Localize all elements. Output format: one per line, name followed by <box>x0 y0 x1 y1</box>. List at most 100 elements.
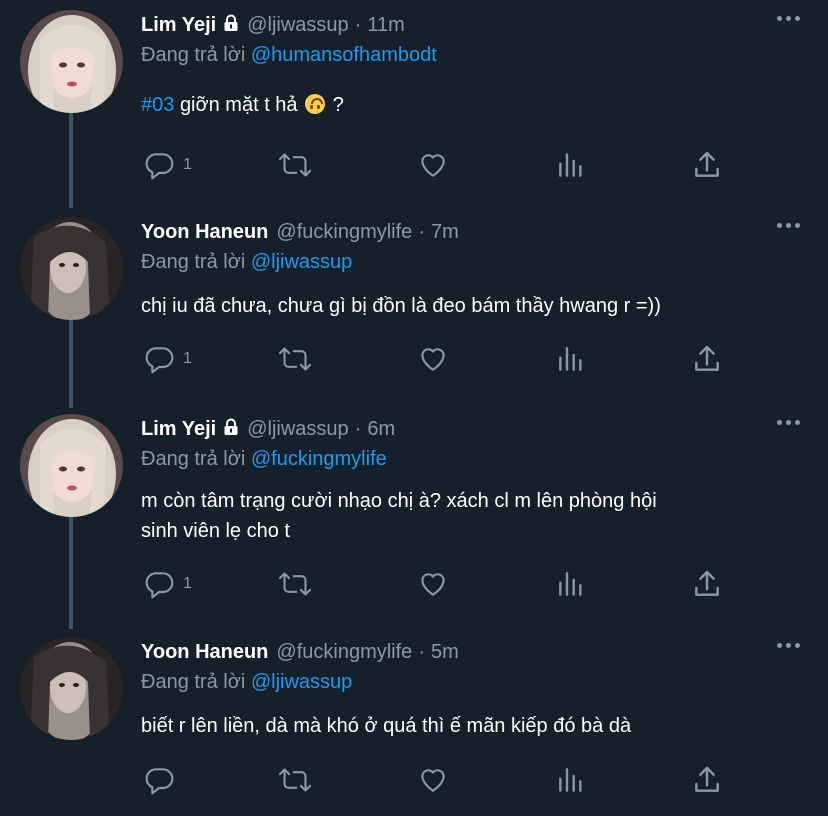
tweet-text: biết r lên liền, dà mà khó ở quá thì ế m… <box>141 715 632 737</box>
like-button[interactable] <box>417 341 449 377</box>
tweet-actions: 1 <box>141 147 721 183</box>
like-icon <box>417 343 449 375</box>
display-name[interactable]: Yoon Haneun <box>141 641 268 664</box>
analytics-button[interactable] <box>555 762 587 798</box>
like-icon <box>417 149 449 181</box>
share-icon <box>691 764 723 796</box>
retweet-icon <box>278 343 312 375</box>
display-name[interactable]: Lim Yeji <box>141 418 216 441</box>
replying-label: Đang trả lời <box>141 251 246 273</box>
replying-to: Đang trả lời @humansofhambodt <box>141 44 437 67</box>
avatar[interactable] <box>20 414 123 517</box>
lock-icon <box>221 417 241 442</box>
analytics-icon <box>555 343 587 375</box>
reply-button[interactable]: 1 <box>143 341 192 377</box>
analytics-icon <box>555 568 587 600</box>
tweet-text-line: sinh viên lẹ cho t <box>141 520 290 542</box>
display-name[interactable]: Lim Yeji <box>141 14 216 37</box>
share-icon <box>691 149 723 181</box>
hashtag-link[interactable]: #03 <box>141 94 174 116</box>
like-button[interactable] <box>417 762 449 798</box>
reply-count: 1 <box>183 575 192 592</box>
tweet[interactable]: Yoon Haneun @fuckingmylife · 5m Đang trả… <box>0 637 828 816</box>
display-name[interactable]: Yoon Haneun <box>141 221 268 244</box>
handle[interactable]: @fuckingmylife <box>276 641 412 664</box>
tweet-header: Lim Yeji @ljiwassup · 6m <box>141 414 395 444</box>
handle[interactable]: @ljiwassup <box>247 14 348 37</box>
avatar[interactable] <box>20 217 123 320</box>
reply-icon <box>143 343 175 375</box>
reply-button[interactable]: 1 <box>143 566 192 602</box>
timestamp[interactable]: 11m <box>367 14 404 37</box>
tweet-text: m còn tâm trạng cười nhạo chị à? xách cl… <box>141 486 801 546</box>
tweet-text: chị iu đã chưa, chưa gì bị đồn là đeo bá… <box>141 295 661 317</box>
reply-count: 1 <box>183 156 192 173</box>
share-icon <box>691 568 723 600</box>
mention-link[interactable]: @fuckingmylife <box>251 448 387 470</box>
analytics-button[interactable] <box>555 147 587 183</box>
replying-label: Đang trả lời <box>141 44 246 66</box>
handle[interactable]: @fuckingmylife <box>276 221 412 244</box>
tweet-header: Yoon Haneun @fuckingmylife · 7m <box>141 217 459 247</box>
retweet-icon <box>278 568 312 600</box>
tweet-header: Yoon Haneun @fuckingmylife · 5m <box>141 637 459 667</box>
reply-icon <box>143 149 175 181</box>
replying-label: Đang trả lời <box>141 448 246 470</box>
tweet-text-suffix: ? <box>332 94 344 116</box>
tweet[interactable]: Lim Yeji @ljiwassup · 11m Đang trả lời @… <box>0 10 828 200</box>
retweet-button[interactable] <box>278 341 312 377</box>
lock-icon <box>221 13 241 38</box>
handle[interactable]: @ljiwassup <box>247 418 348 441</box>
more-icon[interactable] <box>777 223 800 228</box>
avatar[interactable] <box>20 637 123 740</box>
reply-icon <box>143 764 175 796</box>
analytics-icon <box>555 149 587 181</box>
tweet-header: Lim Yeji @ljiwassup · 11m <box>141 10 405 40</box>
share-button[interactable] <box>691 566 723 602</box>
timestamp[interactable]: 7m <box>431 221 459 244</box>
separator-dot: · <box>354 13 362 36</box>
timestamp[interactable]: 5m <box>431 641 459 664</box>
tweet-text-line: m còn tâm trạng cười nhạo chị à? xách cl… <box>141 490 657 512</box>
retweet-button[interactable] <box>278 762 312 798</box>
tweet[interactable]: Yoon Haneun @fuckingmylife · 7m Đang trả… <box>0 217 828 407</box>
like-icon <box>417 764 449 796</box>
more-icon[interactable] <box>777 643 800 648</box>
tweet-text: #03 giỡn mặt t hả ? <box>141 90 801 120</box>
replying-to: Đang trả lời @ljiwassup <box>141 671 352 694</box>
replying-label: Đang trả lời <box>141 671 246 693</box>
separator-dot: · <box>418 640 425 663</box>
share-button[interactable] <box>691 762 723 798</box>
like-button[interactable] <box>417 566 449 602</box>
tweet-actions: 1 <box>141 566 721 602</box>
avatar[interactable] <box>20 10 123 113</box>
replying-to: Đang trả lời @fuckingmylife <box>141 448 387 471</box>
tweet-actions <box>141 762 721 798</box>
reply-button[interactable]: 1 <box>143 147 192 183</box>
mention-link[interactable]: @ljiwassup <box>251 671 352 693</box>
more-icon[interactable] <box>777 420 800 425</box>
upside-down-face-emoji <box>305 94 326 114</box>
timestamp[interactable]: 6m <box>367 418 395 441</box>
analytics-button[interactable] <box>555 341 587 377</box>
share-button[interactable] <box>691 341 723 377</box>
retweet-icon <box>278 149 312 181</box>
separator-dot: · <box>354 417 362 440</box>
mention-link[interactable]: @humansofhambodt <box>251 44 437 66</box>
tweet-text-content: giỡn mặt t hả <box>179 94 298 116</box>
separator-dot: · <box>418 220 425 243</box>
retweet-button[interactable] <box>278 147 312 183</box>
share-button[interactable] <box>691 147 723 183</box>
retweet-icon <box>278 764 312 796</box>
reply-button[interactable] <box>143 762 183 798</box>
reply-count: 1 <box>183 350 192 367</box>
replying-to: Đang trả lời @ljiwassup <box>141 251 352 274</box>
share-icon <box>691 343 723 375</box>
mention-link[interactable]: @ljiwassup <box>251 251 352 273</box>
like-icon <box>417 568 449 600</box>
tweet[interactable]: Lim Yeji @ljiwassup · 6m Đang trả lời @f… <box>0 414 828 614</box>
more-icon[interactable] <box>777 16 800 21</box>
like-button[interactable] <box>417 147 449 183</box>
analytics-button[interactable] <box>555 566 587 602</box>
retweet-button[interactable] <box>278 566 312 602</box>
